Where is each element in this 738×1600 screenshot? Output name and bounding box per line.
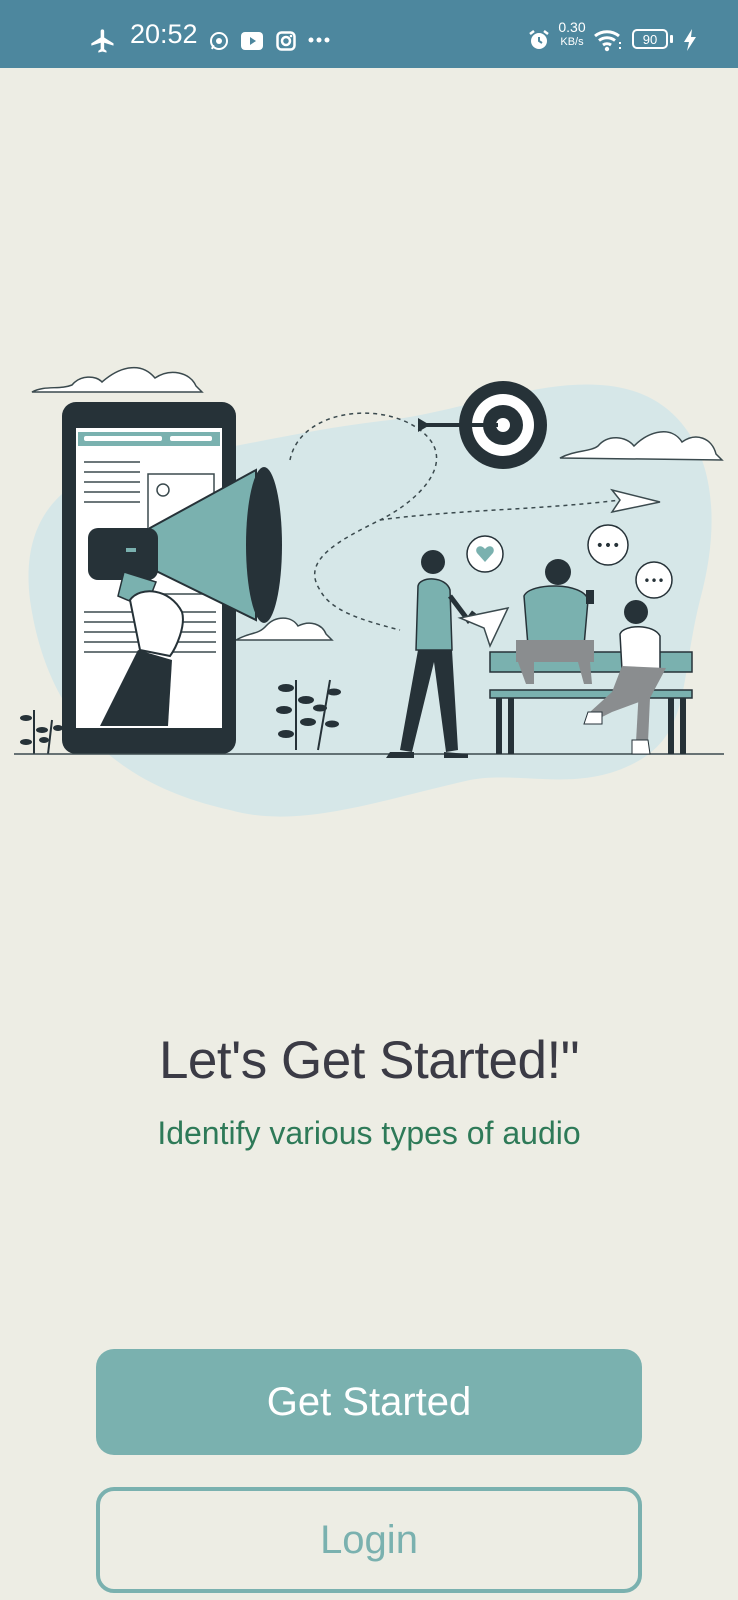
status-bar: 20:52 0.30 KB/s 90 bbox=[0, 0, 738, 68]
network-speed: 0.30 KB/s bbox=[552, 20, 592, 48]
svg-text:•••: ••• bbox=[643, 574, 664, 588]
charging-icon bbox=[682, 28, 698, 52]
wifi-icon bbox=[593, 27, 623, 53]
svg-text:•••: ••• bbox=[596, 538, 621, 554]
network-speed-value: 0.30 bbox=[558, 19, 586, 35]
status-time: 20:52 bbox=[130, 19, 198, 49]
onboarding-title: Let's Get Started!" bbox=[158, 1031, 580, 1090]
more-icon bbox=[306, 34, 332, 46]
get-started-button[interactable]: Get Started bbox=[96, 1349, 642, 1455]
battery-tip bbox=[670, 35, 673, 43]
megaphone-marketing-illustration: ••• ••• bbox=[0, 350, 738, 830]
onboarding-subtitle: Identify various types of audio bbox=[157, 1115, 581, 1151]
alarm-icon bbox=[526, 27, 552, 53]
instagram-icon bbox=[275, 30, 297, 52]
battery-icon: 90 bbox=[632, 29, 668, 49]
whatsapp-icon bbox=[208, 30, 230, 52]
youtube-icon bbox=[240, 31, 264, 51]
login-button[interactable]: Login bbox=[96, 1487, 642, 1593]
network-speed-unit: KB/s bbox=[560, 36, 584, 48]
airplane-icon bbox=[88, 26, 118, 56]
